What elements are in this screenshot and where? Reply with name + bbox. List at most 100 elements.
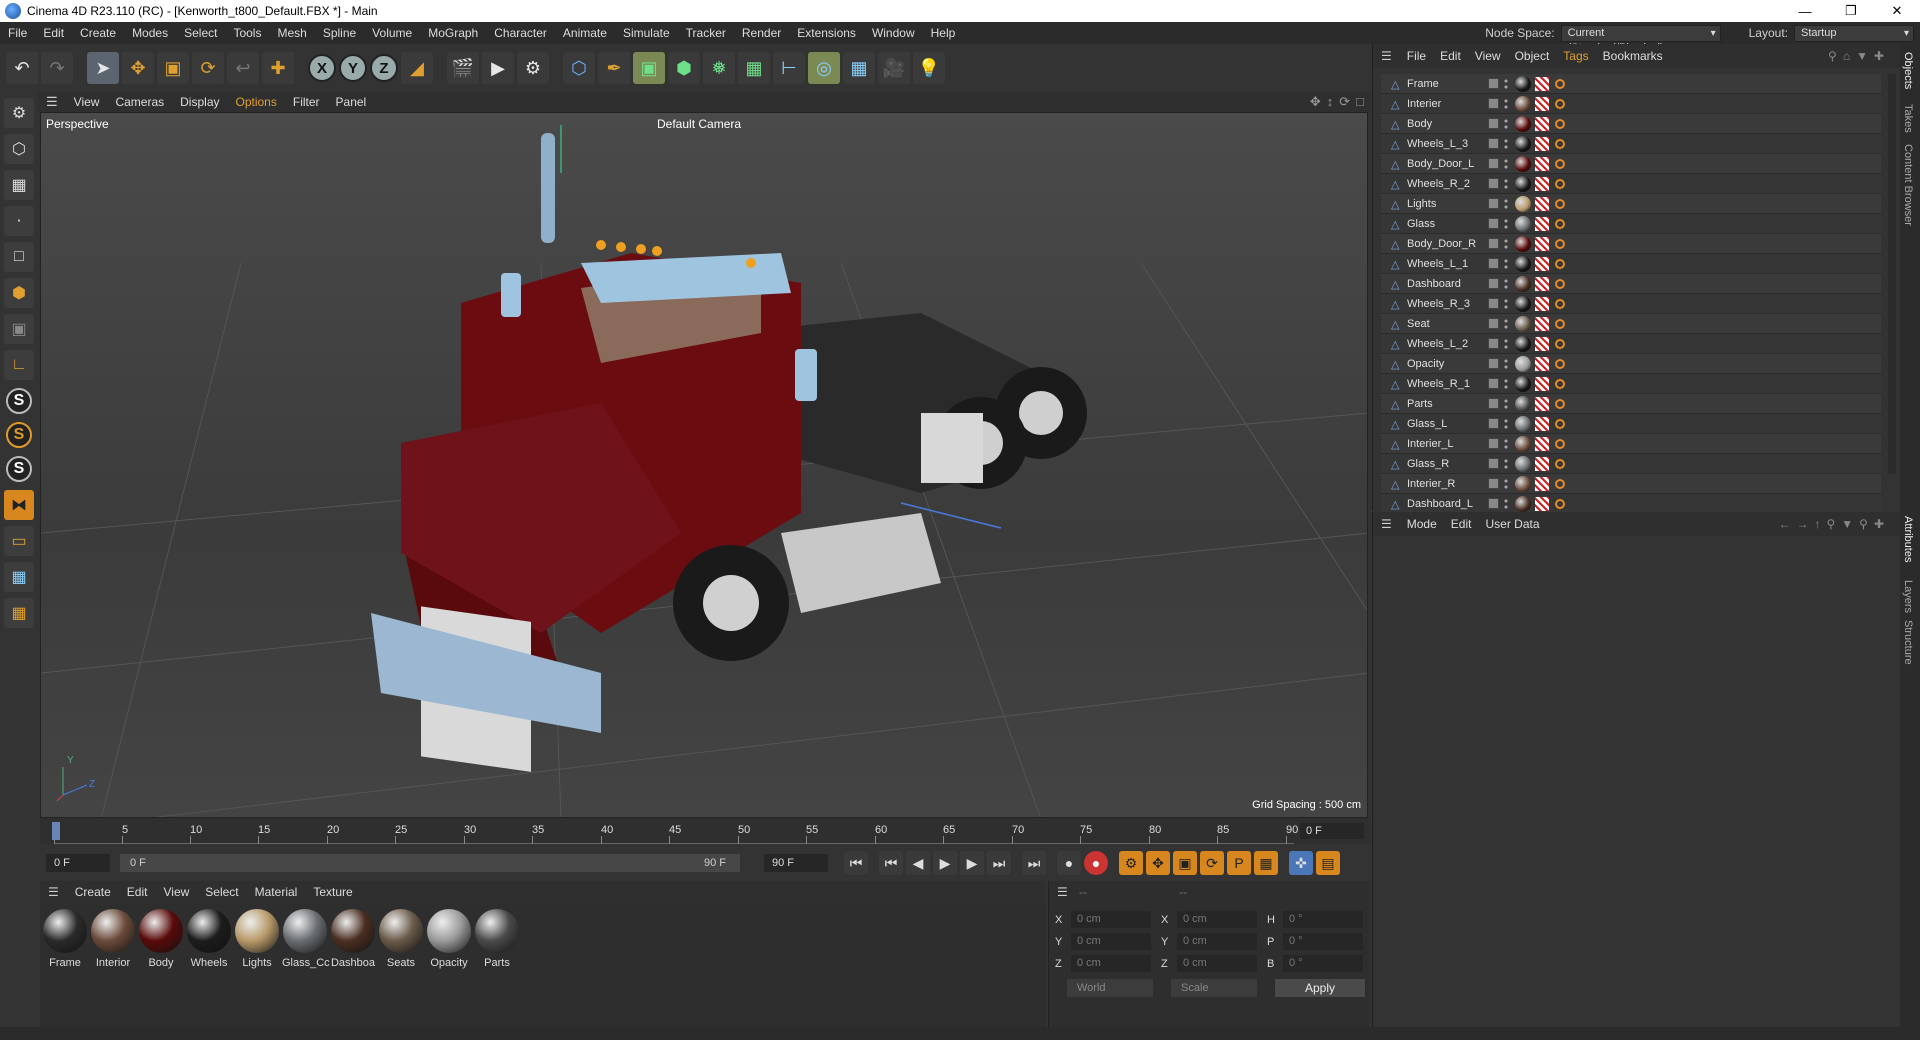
object-name[interactable]: Wheels_R_1 [1407, 378, 1482, 390]
menu-simulate[interactable]: Simulate [615, 26, 678, 40]
phong-tag-icon[interactable] [1555, 418, 1565, 429]
subdivision-surface-icon[interactable]: ▣ [633, 52, 665, 84]
render-visibility-dots-icon[interactable] [1503, 337, 1509, 350]
visibility-check-icon[interactable] [1488, 98, 1499, 109]
render-visibility-dots-icon[interactable] [1503, 377, 1509, 390]
phong-tag-icon[interactable] [1555, 498, 1565, 509]
redo-icon[interactable]: ↷ [41, 52, 73, 84]
menu-select[interactable]: Select [176, 26, 225, 40]
material-tag-icon[interactable] [1515, 175, 1531, 192]
coordinate-system-icon[interactable]: ◢ [401, 52, 433, 84]
attribute-menu-edit[interactable]: Edit [1444, 517, 1479, 531]
object-row[interactable]: △ Wheels_R_1 [1381, 374, 1881, 394]
material-tag-icon[interactable] [1515, 455, 1531, 472]
material-tag-icon[interactable] [1515, 195, 1531, 212]
visibility-check-icon[interactable] [1488, 438, 1499, 449]
position-key-icon[interactable]: ✥ [1146, 851, 1170, 875]
render-visibility-dots-icon[interactable] [1503, 197, 1509, 210]
autokey-icon[interactable]: ● [1084, 851, 1108, 875]
material-tag-icon[interactable] [1515, 355, 1531, 372]
object-row[interactable]: △ Interier_L [1381, 434, 1881, 454]
uvw-tag-icon[interactable] [1535, 96, 1549, 111]
layout-dropdown[interactable]: Startup [1794, 24, 1914, 42]
material-tag-icon[interactable] [1515, 315, 1531, 332]
menu-spline[interactable]: Spline [315, 26, 364, 40]
object-row[interactable]: △ Dashboard [1381, 274, 1881, 294]
object-name[interactable]: Wheels_L_2 [1407, 338, 1482, 350]
visibility-check-icon[interactable] [1488, 178, 1499, 189]
object-menu-bookmarks[interactable]: Bookmarks [1596, 49, 1670, 63]
timeline-window-icon[interactable]: ✜ [1289, 851, 1313, 875]
render-picture-viewer-icon[interactable]: ▶ [482, 52, 514, 84]
render-visibility-dots-icon[interactable] [1503, 317, 1509, 330]
tab-content-browser[interactable]: Content Browser [1902, 144, 1914, 226]
object-row[interactable]: △ Wheels_R_2 [1381, 174, 1881, 194]
viewport-menu-panel[interactable]: Panel [328, 95, 375, 109]
object-name[interactable]: Interier_R [1407, 478, 1482, 490]
3d-viewport[interactable]: Perspective Default Camera Grid Spacing … [40, 112, 1368, 818]
uvw-tag-icon[interactable] [1535, 296, 1549, 311]
menu-animate[interactable]: Animate [555, 26, 615, 40]
object-name[interactable]: Parts [1407, 398, 1482, 410]
size-z-field[interactable]: 0 cm [1177, 955, 1257, 972]
uvw-tag-icon[interactable] [1535, 416, 1549, 431]
uvw-tag-icon[interactable] [1535, 176, 1549, 191]
viewport-menu-display[interactable]: Display [172, 95, 227, 109]
menu-mesh[interactable]: Mesh [269, 26, 314, 40]
render-visibility-dots-icon[interactable] [1503, 437, 1509, 450]
visibility-check-icon[interactable] [1488, 298, 1499, 309]
phong-tag-icon[interactable] [1555, 478, 1565, 489]
phong-tag-icon[interactable] [1555, 278, 1565, 289]
viewport-menu-filter[interactable]: Filter [285, 95, 328, 109]
render-visibility-dots-icon[interactable] [1503, 397, 1509, 410]
menu-volume[interactable]: Volume [364, 26, 420, 40]
pos-y-field[interactable]: 0 cm [1071, 933, 1151, 950]
mograph-cloner-icon[interactable]: ❅ [703, 52, 735, 84]
phong-tag-icon[interactable] [1555, 398, 1565, 409]
attribute-hamburger-icon[interactable]: ☰ [1381, 517, 1392, 531]
object-name[interactable]: Body [1407, 118, 1482, 130]
z-axis-lock-icon[interactable]: Z [370, 54, 398, 82]
render-visibility-dots-icon[interactable] [1503, 157, 1509, 170]
material-tag-icon[interactable] [1515, 75, 1531, 92]
visibility-check-icon[interactable] [1488, 378, 1499, 389]
menu-character[interactable]: Character [486, 26, 555, 40]
phong-tag-icon[interactable] [1555, 258, 1565, 269]
viewport-menu-view[interactable]: View [66, 95, 108, 109]
model-mode-icon[interactable]: ⬡ [4, 134, 34, 164]
viewport-camera-label[interactable]: Default Camera [657, 117, 741, 131]
floor-environment-icon[interactable]: ▦ [843, 52, 875, 84]
phong-tag-icon[interactable] [1555, 298, 1565, 309]
polygons-mode-icon[interactable]: ⬢ [4, 278, 34, 308]
menu-edit[interactable]: Edit [35, 26, 72, 40]
visibility-check-icon[interactable] [1488, 78, 1499, 89]
render-visibility-dots-icon[interactable] [1503, 137, 1509, 150]
light-icon[interactable]: 💡 [913, 52, 945, 84]
maximize-view-icon[interactable]: □ [1356, 94, 1364, 110]
menu-extensions[interactable]: Extensions [789, 26, 864, 40]
object-row[interactable]: △ Frame [1381, 74, 1881, 94]
material-menu-view[interactable]: View [155, 885, 197, 899]
node-space-dropdown[interactable]: Current (Standard/Physical) [1560, 24, 1721, 54]
truck-model[interactable] [371, 125, 1087, 772]
render-visibility-dots-icon[interactable] [1503, 97, 1509, 110]
cube-object-icon[interactable]: ⬡ [563, 52, 595, 84]
menu-create[interactable]: Create [72, 26, 124, 40]
fcurve-icon[interactable]: ▤ [1316, 851, 1340, 875]
attribute-menu-user-data[interactable]: User Data [1478, 517, 1546, 531]
rot-b-field[interactable]: 0 ° [1283, 955, 1363, 972]
render-settings-icon[interactable]: ⚙ [517, 52, 549, 84]
uvw-tag-icon[interactable] [1535, 496, 1549, 511]
uvw-tag-icon[interactable] [1535, 236, 1549, 251]
rot-p-field[interactable]: 0 ° [1283, 933, 1363, 950]
material-tag-icon[interactable] [1515, 475, 1531, 492]
material-tag-icon[interactable] [1515, 115, 1531, 132]
move-tool-icon[interactable]: ✥ [122, 52, 154, 84]
tab-layers[interactable]: Layers [1902, 580, 1914, 613]
menu-tools[interactable]: Tools [225, 26, 269, 40]
object-row[interactable]: △ Body [1381, 114, 1881, 134]
deformer-bend-icon[interactable]: ⊢ [773, 52, 805, 84]
tab-takes[interactable]: Takes [1902, 104, 1914, 133]
material-tag-icon[interactable] [1515, 395, 1531, 412]
make-editable-icon[interactable]: ⚙ [4, 98, 34, 128]
